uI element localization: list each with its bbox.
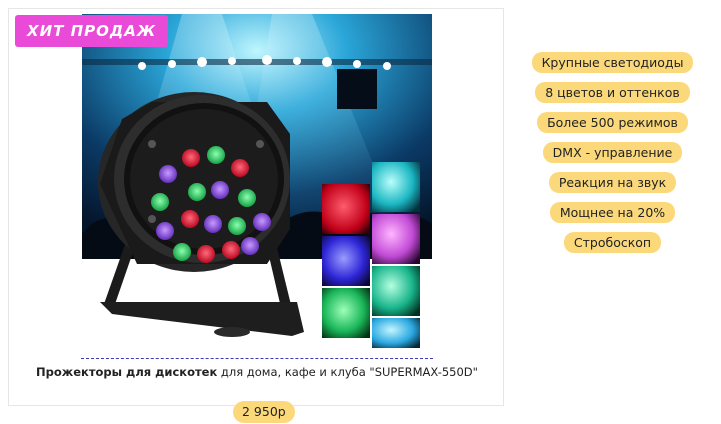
feature-tag: DMX - управление <box>542 142 683 163</box>
feature-tag: Стробоскоп <box>563 232 662 253</box>
product-title[interactable]: Прожекторы для дискотек для дома, кафе и… <box>9 365 505 379</box>
feature-list: Крупные светодиоды 8 цветов и оттенков Б… <box>506 52 719 262</box>
price-badge: 2 950р <box>233 401 295 423</box>
feature-tag: 8 цветов и оттенков <box>535 82 690 103</box>
product-title-rest: для дома, кафе и клуба "SUPERMAX-550D" <box>217 365 478 379</box>
caption-divider <box>81 358 433 359</box>
bestseller-badge: ХИТ ПРОДАЖ <box>15 15 169 47</box>
feature-tag: Мощнее на 20% <box>549 202 676 223</box>
feature-tag: Более 500 режимов <box>537 112 688 133</box>
product-title-bold: Прожекторы для дискотек <box>36 365 218 379</box>
product-image[interactable] <box>82 14 432 349</box>
feature-tag: Реакция на звук <box>548 172 677 193</box>
product-card[interactable]: ХИТ ПРОДАЖ Прожекторы для дискотек для д… <box>8 8 505 423</box>
feature-tag: Крупные светодиоды <box>531 52 694 73</box>
